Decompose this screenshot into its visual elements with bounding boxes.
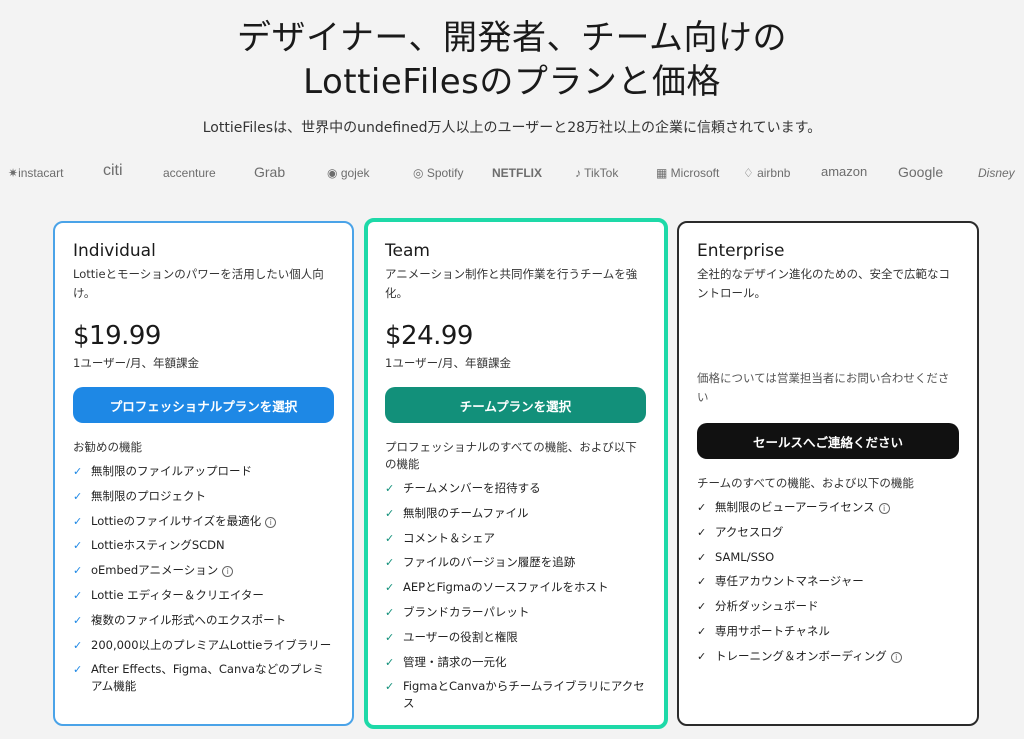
- feature-item: ✓ Lottie エディター＆クリエイター: [73, 587, 264, 602]
- plan-description: 全社的なデザイン進化のための、安全で広範なコントロール。: [697, 267, 950, 300]
- logo-instacart: ✷instacart: [8, 166, 64, 180]
- feature-item: ✓ 無制限のファイルアップロード: [73, 464, 252, 478]
- check-icon: ✓: [385, 506, 395, 520]
- feature-item: ✓ Lottieのファイルサイズを最適化 i: [73, 513, 334, 530]
- hero-title: デザイナー、開発者、チーム向けの LottieFilesのプランと価格: [0, 16, 1024, 104]
- check-icon: ✓: [697, 501, 707, 514]
- feature-item: ✓ トレーニング＆オンボーディング i: [697, 648, 959, 665]
- feature-item: ✓ コメント＆シェア: [385, 530, 495, 545]
- check-icon: ✓: [73, 663, 83, 677]
- feature-item: ✓ AEPとFigmaのソースファイルをホスト: [385, 580, 609, 595]
- logo-citi: citi: [103, 162, 123, 179]
- feature-item: ✓ 無制限のプロジェクト: [73, 488, 206, 503]
- plan-description: Lottieとモーションのパワーを活用したい個人向け。: [73, 267, 324, 300]
- info-icon[interactable]: i: [890, 651, 902, 663]
- plan-name: Enterprise: [697, 241, 785, 261]
- check-icon: ✓: [385, 531, 395, 545]
- feature-item: ✓ 分析ダッシュボード: [697, 599, 819, 614]
- logo-amazon: amazon: [821, 164, 868, 179]
- plan-description: アニメーション制作と共同作業を行うチームを強化。: [385, 267, 638, 300]
- features-list: ✓ 無制限のビューアーライセンス i ✓ アクセスログ ✓ SAML/SSO ✓ 専任アカ…: [697, 499, 959, 665]
- feature-item: ✓ ファイルのバージョン履歴を追跡: [385, 555, 576, 570]
- hero-title-line1: デザイナー、開発者、チーム向けの: [237, 18, 787, 58]
- plan-price: $19.99: [73, 321, 161, 351]
- check-icon: ✓: [385, 655, 395, 669]
- plan-card-enterprise: Enterprise 全社的なデザイン進化のための、安全で広範なコントロール。 …: [677, 221, 979, 726]
- info-icon[interactable]: i: [878, 503, 890, 514]
- select-team-button[interactable]: チームプランを選択: [385, 387, 646, 423]
- check-icon: ✓: [385, 605, 395, 619]
- info-icon[interactable]: i: [222, 566, 234, 578]
- feature-item: ✓ 無制限のビューアーライセンス i: [697, 499, 959, 516]
- feature-item: ✓ 200,000以上のプレミアムLottieライブラリー: [73, 637, 332, 652]
- info-icon[interactable]: i: [265, 516, 277, 528]
- plan-name: Team: [385, 241, 430, 261]
- check-icon: ✓: [385, 630, 395, 644]
- check-icon: ✓: [385, 581, 395, 595]
- price-note: 1ユーザー/月、年額課金: [385, 356, 511, 370]
- check-icon: ✓: [73, 638, 83, 652]
- contact-sales-button[interactable]: セールスへご連絡ください: [697, 423, 959, 459]
- check-icon: ✓: [697, 550, 707, 564]
- feature-item: ✓ アクセスログ: [697, 524, 784, 539]
- features-list: ✓ チームメンバーを招待する ✓ 無制限のチームファイル ✓ コメント＆シェア ✓ ファ…: [385, 480, 646, 712]
- check-icon: ✓: [697, 525, 707, 539]
- logo-grab: Grab: [254, 164, 286, 180]
- price-note: 1ユーザー/月、年額課金: [73, 356, 199, 370]
- check-icon: ✓: [73, 539, 83, 553]
- check-icon: ✓: [385, 482, 395, 495]
- feature-item: ✓ 複数のファイル形式へのエクスポート: [73, 612, 287, 627]
- contact-sales-note: 価格については営業担当者にお問い合わせください: [697, 371, 950, 404]
- feature-item: ✓ After Effects、Figma、Canvaなどのプレミアム機能: [73, 662, 325, 694]
- check-icon: ✓: [73, 489, 83, 503]
- check-icon: ✓: [73, 564, 83, 578]
- logo-spotify: ◎ Spotify: [413, 166, 464, 180]
- check-icon: ✓: [697, 575, 707, 589]
- plan-card-team: Team アニメーション制作と共同作業を行うチームを強化。 $24.99 1ユー…: [364, 218, 668, 729]
- logo-netflix: NETFLIX: [492, 166, 542, 180]
- feature-item: ✓ ユーザーの役割と権限: [385, 629, 518, 644]
- feature-item: ✓ ブランドカラーパレット: [385, 604, 530, 619]
- check-icon: ✓: [385, 556, 395, 570]
- feature-item: ✓ チームメンバーを招待する: [385, 481, 541, 495]
- feature-item: ✓ FigmaとCanvaからチームライブラリにアクセス: [385, 679, 645, 711]
- plan-name: Individual: [73, 241, 156, 261]
- hero-title-line2: LottieFilesのプランと価格: [303, 62, 721, 102]
- feature-item: ✓ SAML/SSO: [697, 549, 775, 564]
- logo-google: Google: [898, 164, 944, 180]
- customer-logos: ✷instacart citi accenture Grab ◉ gojek ◎…: [0, 160, 1024, 190]
- features-heading: プロフェッショナルのすべての機能、および以下の機能: [385, 440, 637, 471]
- check-icon: ✓: [697, 649, 707, 663]
- check-icon: ✓: [697, 624, 707, 638]
- plan-card-individual: Individual Lottieとモーションのパワーを活用したい個人向け。 $…: [53, 221, 354, 726]
- feature-item: ✓ 無制限のチームファイル: [385, 505, 529, 520]
- features-heading: チームのすべての機能、および以下の機能: [697, 476, 914, 490]
- logo-accenture: accenture: [163, 166, 216, 180]
- logo-gojek: ◉ gojek: [327, 166, 370, 180]
- logo-disney: Disney: [978, 166, 1015, 180]
- feature-item: ✓ oEmbedアニメーション i: [73, 562, 334, 579]
- check-icon: ✓: [73, 613, 83, 627]
- check-icon: ✓: [697, 600, 707, 614]
- check-icon: ✓: [73, 514, 83, 528]
- feature-item: ✓ 管理・請求の一元化: [385, 654, 507, 669]
- features-heading: お勧めの機能: [73, 440, 142, 454]
- select-professional-button[interactable]: プロフェッショナルプランを選択: [73, 387, 334, 423]
- feature-item: ✓ LottieホスティングSCDN: [73, 538, 225, 553]
- feature-item: ✓ 専任アカウントマネージャー: [697, 574, 864, 589]
- logo-tiktok: ♪ TikTok: [575, 166, 619, 180]
- check-icon: ✓: [73, 465, 83, 478]
- check-icon: ✓: [73, 588, 83, 602]
- logo-airbnb: ♢ airbnb: [743, 166, 791, 180]
- plan-price: $24.99: [385, 321, 473, 351]
- features-list: ✓ 無制限のファイルアップロード ✓ 無制限のプロジェクト ✓ Lottieのファイル…: [73, 463, 334, 695]
- hero-subtitle: LottieFilesは、世界中のundefined万人以上のユーザーと28万社…: [202, 120, 822, 136]
- logo-microsoft: ▦ Microsoft: [656, 166, 720, 180]
- check-icon: ✓: [385, 680, 395, 694]
- feature-item: ✓ 専用サポートチャネル: [697, 623, 830, 638]
